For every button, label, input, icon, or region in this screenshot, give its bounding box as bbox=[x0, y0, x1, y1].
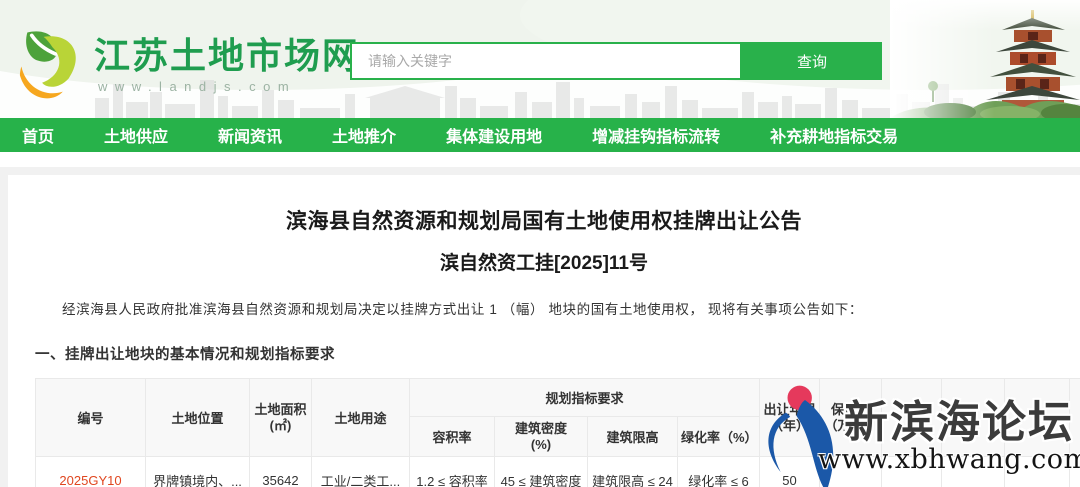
col-header-use: 土地用途 bbox=[312, 379, 410, 457]
table-row: 2025GY10 界牌镇境内、... 35642 工业/二类工... 1.2 ≤… bbox=[36, 457, 1080, 487]
parcel-green: 绿化率 ≤ 6 bbox=[678, 457, 760, 487]
col-header-location: 土地位置 bbox=[146, 379, 250, 457]
nav-item-2[interactable]: 新闻资讯 bbox=[218, 123, 282, 147]
document-number: 滨自然资工挂[2025]11号 bbox=[18, 248, 1070, 275]
site-header: 江苏土地市场网 www.landjs.com 查询 bbox=[0, 0, 1080, 118]
search-bar: 查询 bbox=[350, 42, 882, 80]
search-button[interactable]: 查询 bbox=[742, 42, 882, 80]
page: 江苏土地市场网 www.landjs.com 查询 首页 土地供应 新闻资讯 土地推介… bbox=[0, 0, 1080, 487]
site-url: www.landjs.com bbox=[94, 79, 360, 94]
content-panel: 滨海县自然资源和规划局国有土地使用权挂牌出让公告 滨自然资工挂[2025]11号… bbox=[8, 175, 1080, 487]
parcel-code[interactable]: 2025GY10 bbox=[36, 457, 146, 487]
parcel-use: 工业/二类工... bbox=[312, 457, 410, 487]
col-header-density: 建筑密度 (%) bbox=[495, 417, 588, 457]
parcel-density: 45 ≤ 建筑密度 bbox=[495, 457, 588, 487]
parcel-deposit bbox=[820, 457, 882, 487]
parcel-term: 50 bbox=[760, 457, 820, 487]
parcel-height: 建筑限高 ≤ 24 bbox=[588, 457, 678, 487]
parcel-hidden-3 bbox=[1005, 457, 1070, 487]
brand[interactable]: 江苏土地市场网 www.landjs.com bbox=[14, 28, 360, 102]
col-group-planning: 规划指标要求 bbox=[410, 379, 760, 417]
nav-item-3[interactable]: 土地推介 bbox=[332, 123, 396, 147]
col-header-no: 编号 bbox=[36, 379, 146, 457]
col-header-term: 出让年限 （年） bbox=[760, 379, 820, 457]
section-1-title: 一、挂牌出让地块的基本情况和规划指标要求 bbox=[35, 343, 1053, 364]
col-header-area: 土地面积 (㎡) bbox=[250, 379, 312, 457]
main-nav: 首页 土地供应 新闻资讯 土地推介 集体建设用地 增减挂钩指标流转 补充耕地指标交易 bbox=[0, 118, 1080, 152]
parcel-far: 1.2 ≤ 容积率 bbox=[410, 457, 495, 487]
col-header-far: 容积率 bbox=[410, 417, 495, 457]
announcement-title: 滨海县自然资源和规划局国有土地使用权挂牌出让公告 bbox=[18, 205, 1070, 235]
intro-paragraph: 经滨海县人民政府批准滨海县自然资源和规划局决定以挂牌方式出让 1 （幅） 地块的… bbox=[35, 300, 1050, 320]
site-title: 江苏土地市场网 bbox=[94, 36, 360, 76]
search-input[interactable] bbox=[350, 42, 742, 80]
parcel-hidden-1 bbox=[882, 457, 942, 487]
col-header-green: 绿化率（%） bbox=[678, 417, 760, 457]
parcel-area: 35642 bbox=[250, 457, 312, 487]
nav-item-4[interactable]: 集体建设用地 bbox=[446, 123, 542, 147]
col-header-deposit: 保证金 （万元） bbox=[820, 379, 882, 457]
col-header-hidden-3 bbox=[1005, 379, 1070, 457]
land-parcel-table: 编号 土地位置 土地面积 (㎡) 土地用途 规划指标要求 出让年限 （年） 保证… bbox=[35, 378, 1080, 487]
col-header-hidden-2 bbox=[942, 379, 1005, 457]
parcel-hidden-2 bbox=[942, 457, 1005, 487]
col-header-hidden-1 bbox=[882, 379, 942, 457]
nav-item-1[interactable]: 土地供应 bbox=[104, 123, 168, 147]
pagoda-photo bbox=[890, 0, 1080, 118]
col-header-height: 建筑限高 bbox=[588, 417, 678, 457]
col-header-hidden-4 bbox=[1070, 379, 1080, 457]
nav-item-6[interactable]: 补充耕地指标交易 bbox=[770, 123, 898, 147]
nav-item-5[interactable]: 增减挂钩指标流转 bbox=[592, 123, 720, 147]
parcel-hidden-4 bbox=[1070, 457, 1080, 487]
parcel-location: 界牌镇境内、... bbox=[146, 457, 250, 487]
nav-item-0[interactable]: 首页 bbox=[22, 123, 54, 147]
site-logo-icon bbox=[14, 28, 88, 102]
